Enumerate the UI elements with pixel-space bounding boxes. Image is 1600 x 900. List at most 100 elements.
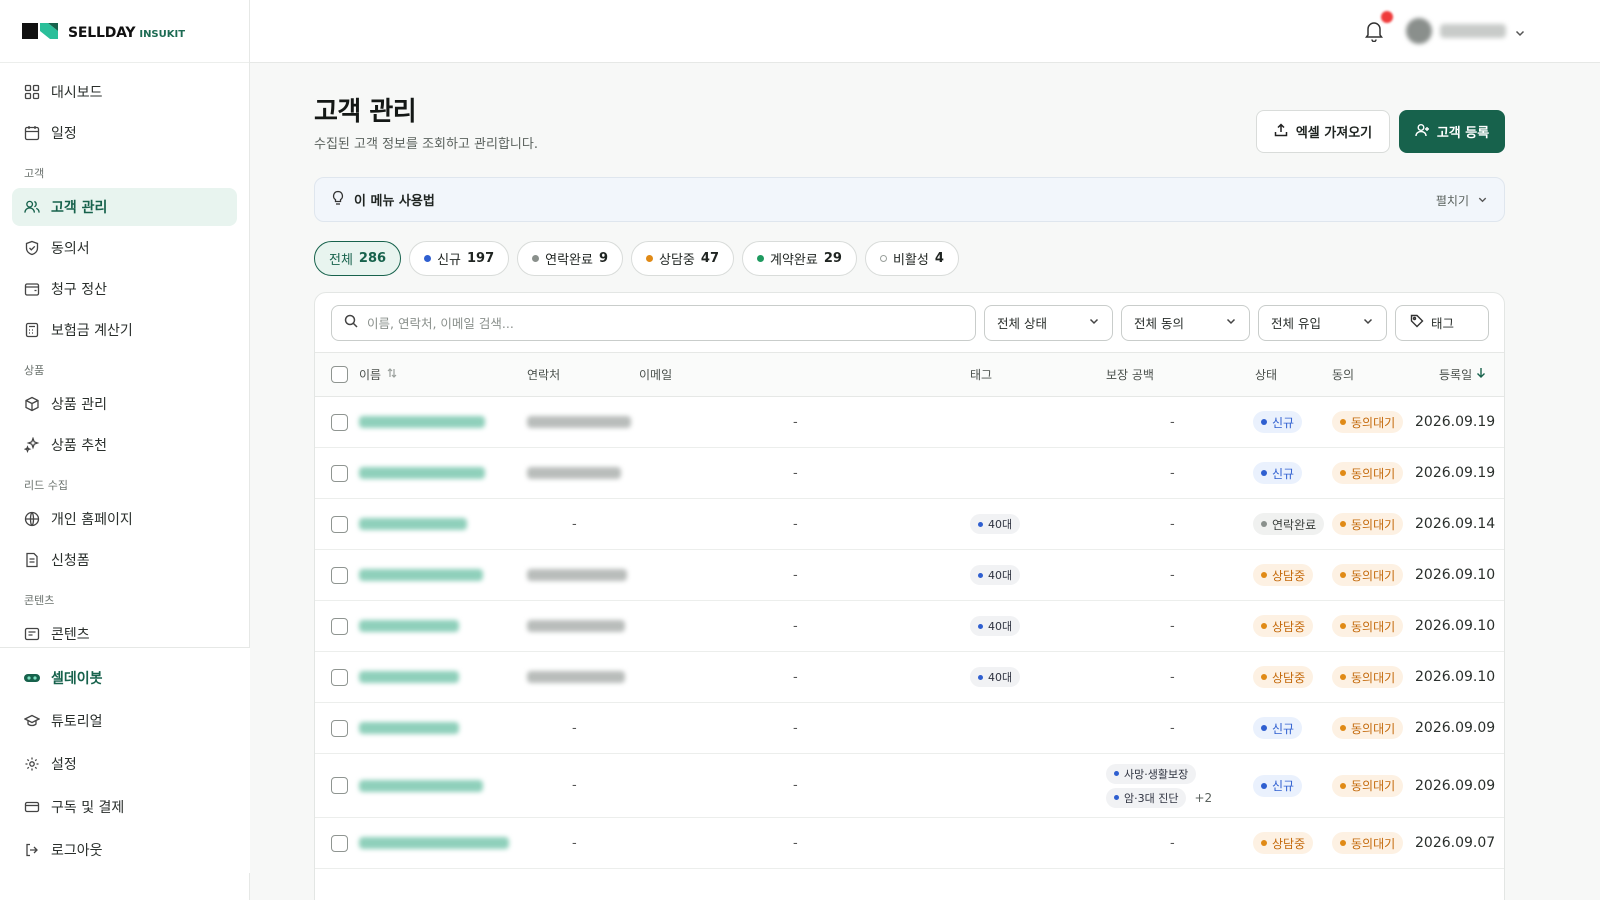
table-row[interactable]: - - - 상담중 동의대기 2026.09.07	[315, 818, 1504, 869]
customer-name-redacted[interactable]	[359, 754, 483, 817]
sidebar-item-subscription[interactable]: 구독 및 결제	[12, 787, 238, 827]
chip-new[interactable]: 신규 197	[409, 241, 510, 276]
row-checkbox[interactable]	[331, 754, 348, 817]
consent-select[interactable]: 전체 동의	[1121, 304, 1250, 341]
row-checkbox[interactable]	[331, 818, 348, 868]
sidebar-item-billing[interactable]: 청구 정산	[12, 270, 237, 308]
table-row[interactable]: - 40대 - 상담중 동의대기 2026.09.10	[315, 652, 1504, 703]
tag-filter-button[interactable]: 태그	[1395, 304, 1489, 341]
phone-redacted	[527, 652, 625, 702]
chip-all[interactable]: 전체 286	[314, 241, 402, 276]
tag-dot	[978, 521, 983, 527]
table-row[interactable]: - - - 신규 동의대기 2026.09.09	[315, 703, 1504, 754]
customer-name-redacted[interactable]	[359, 448, 485, 498]
sidebar-item-products[interactable]: 상품 관리	[12, 385, 237, 423]
chevron-down-icon	[1088, 315, 1100, 330]
sidebar-item-dashboard[interactable]: 대시보드	[12, 73, 237, 111]
customer-name-redacted[interactable]	[359, 601, 459, 651]
customer-name-redacted[interactable]	[359, 652, 459, 702]
row-checkbox[interactable]	[331, 550, 348, 600]
status-badge: 신규	[1253, 717, 1303, 739]
tag-cell: 40대	[970, 499, 1021, 549]
coverage-gap-cell: 사망·생활보장 암·3대 진단 +2	[1106, 754, 1212, 817]
row-checkbox[interactable]	[331, 499, 348, 549]
select-all-checkbox[interactable]	[331, 353, 348, 396]
register-customer-button[interactable]: 고객 등록	[1399, 110, 1505, 153]
customer-name-redacted[interactable]	[359, 550, 483, 600]
sidebar-item-calculator[interactable]: 보험금 계산기	[12, 311, 237, 349]
table-row[interactable]: - 40대 - 상담중 동의대기 2026.09.10	[315, 601, 1504, 652]
row-checkbox[interactable]	[331, 397, 348, 447]
sidebar-item-form[interactable]: 신청폼	[12, 541, 237, 579]
sidebar-item-bot[interactable]: 셀데이봇	[12, 658, 238, 698]
content-icon	[24, 626, 40, 642]
row-checkbox[interactable]	[331, 703, 348, 753]
lightbulb-icon	[331, 190, 345, 210]
sidebar-item-customers[interactable]: 고객 관리	[12, 188, 237, 226]
consent-dot	[1340, 572, 1346, 578]
logo-text: SELLDAY	[68, 24, 136, 41]
sidebar-item-recommend[interactable]: 상품 추천	[12, 426, 237, 464]
status-dot	[757, 255, 764, 262]
status-badge: 신규	[1253, 411, 1303, 433]
box-icon	[24, 396, 40, 412]
consent-cell: 동의대기	[1332, 703, 1404, 753]
excel-import-button[interactable]: 엑셀 가져오기	[1256, 110, 1390, 153]
coverage-gap-cell: -	[1170, 567, 1175, 583]
table-row[interactable]: - - 신규 동의대기 2026.09.19	[315, 448, 1504, 499]
sidebar-item-consent[interactable]: 동의서	[12, 229, 237, 267]
column-date[interactable]: 등록일	[1439, 353, 1486, 396]
table-row[interactable]: - 40대 - 상담중 동의대기 2026.09.10	[315, 550, 1504, 601]
globe-icon	[24, 511, 40, 527]
row-checkbox[interactable]	[331, 652, 348, 702]
bell-icon[interactable]	[1364, 20, 1384, 43]
status-label: 상담중	[1272, 568, 1306, 583]
customer-name-redacted[interactable]	[359, 703, 459, 753]
email-cell: -	[793, 835, 798, 851]
customer-name-redacted[interactable]	[359, 397, 485, 447]
chip-consulting[interactable]: 상담중 47	[631, 241, 734, 276]
consent-label: 동의대기	[1351, 466, 1396, 481]
table-row[interactable]: - - 신규 동의대기 2026.09.19	[315, 397, 1504, 448]
chip-label: 계약완료	[770, 253, 818, 268]
status-label: 상담중	[1272, 836, 1306, 851]
sidebar-item-logout[interactable]: 로그아웃	[12, 830, 238, 870]
table-row[interactable]: - - 40대 - 연락완료 동의대기 2026.09.14	[315, 499, 1504, 550]
calendar-icon	[24, 125, 40, 141]
user-name-redacted[interactable]	[1440, 24, 1506, 38]
chip-contacted[interactable]: 연락완료 9	[517, 241, 624, 276]
sidebar-item-homepage[interactable]: 개인 홈페이지	[12, 500, 237, 538]
table-row[interactable]: - - 사망·생활보장 암·3대 진단 +2 신규 동의대기 2026.09.09	[315, 754, 1504, 818]
sidebar-item-tutorial[interactable]: 튜토리얼	[12, 701, 238, 741]
section-label-content: 콘텐츠	[24, 594, 55, 607]
users-icon	[24, 199, 40, 215]
row-checkbox[interactable]	[331, 601, 348, 651]
gap-more-count[interactable]: +2	[1194, 791, 1212, 805]
consent-dot	[1340, 674, 1346, 680]
source-select[interactable]: 전체 유입	[1258, 304, 1387, 341]
row-checkbox[interactable]	[331, 448, 348, 498]
avatar[interactable]	[1406, 18, 1432, 44]
sidebar-item-content[interactable]: 콘텐츠	[12, 615, 237, 647]
customer-name-redacted[interactable]	[359, 499, 467, 549]
chevron-down-icon[interactable]	[1514, 24, 1526, 43]
logo[interactable]: SELLDAY INSUKIT	[0, 0, 249, 63]
sidebar-item-schedule[interactable]: 일정	[12, 114, 237, 152]
phone-redacted	[527, 397, 631, 447]
status-cell: 상담중	[1253, 601, 1314, 651]
chip-inactive[interactable]: 비활성 4	[864, 241, 959, 276]
chip-label: 비활성	[892, 253, 929, 268]
column-name[interactable]: 이름	[359, 353, 398, 396]
usage-guide-banner[interactable]: 이 메뉴 사용법 펼치기	[314, 177, 1505, 222]
customer-name-redacted[interactable]	[359, 818, 509, 868]
chip-contracted[interactable]: 계약완료 29	[742, 241, 857, 276]
search-input[interactable]: 이름, 연락처, 이메일 검색...	[331, 304, 976, 341]
expand-toggle-label: 펼치기	[1435, 194, 1469, 208]
sidebar-item-label: 튜토리얼	[51, 714, 103, 730]
coverage-gap-cell: -	[1170, 720, 1175, 736]
tag-icon	[1410, 314, 1424, 331]
consent-select-value: 전체 동의	[1134, 316, 1184, 331]
status-select[interactable]: 전체 상태	[984, 304, 1113, 341]
expand-toggle[interactable]: 펼치기	[1436, 192, 1488, 209]
sidebar-item-settings[interactable]: 설정	[12, 744, 238, 784]
